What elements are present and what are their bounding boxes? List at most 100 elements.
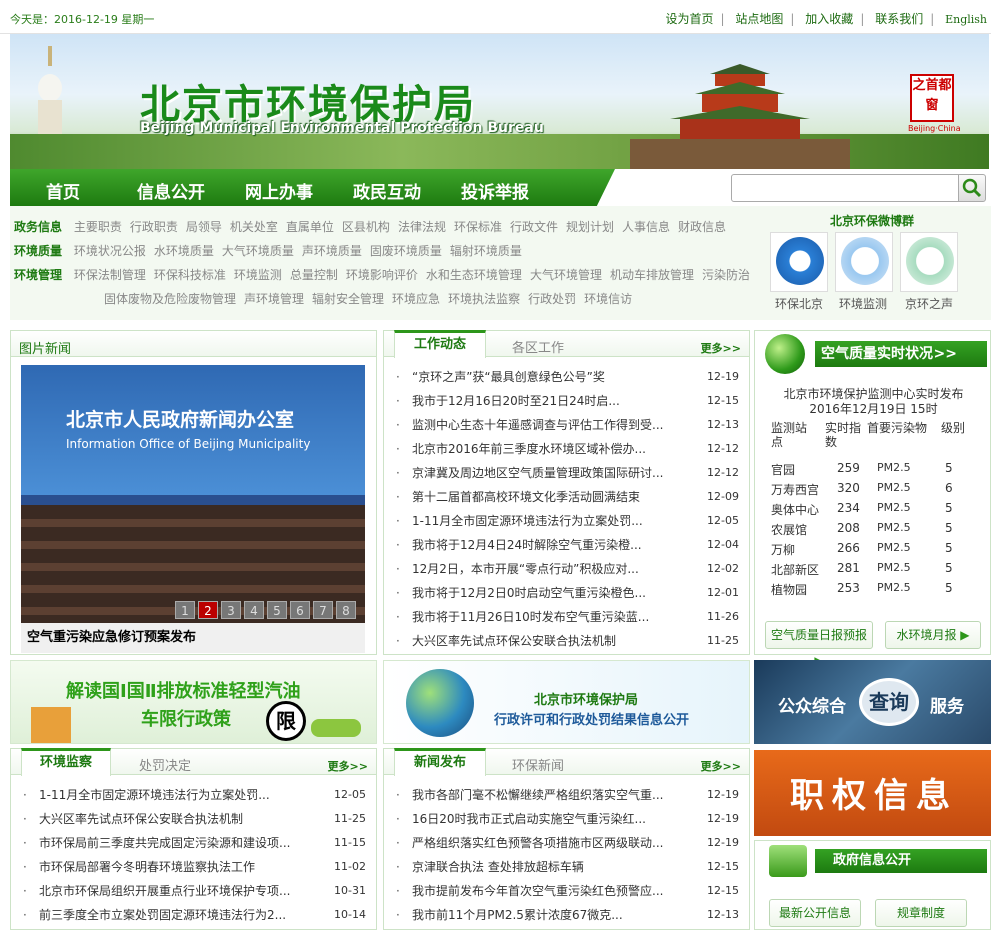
more-link[interactable]: 更多>> — [701, 758, 741, 774]
news-title[interactable]: 我市提前发布今年首次空气重污染红色预警应... — [412, 879, 663, 903]
news-title[interactable]: 1-11月全市固定源环境违法行为立案处罚... — [39, 783, 270, 807]
news-item[interactable]: · 大兴区率先试点环保公安联合执法机制 11-25 — [384, 629, 749, 653]
weibo-label[interactable]: 京环之声 — [905, 295, 953, 312]
nav-home[interactable]: 首页 — [46, 178, 80, 203]
submenu-item[interactable]: 大气环境质量 — [222, 244, 294, 258]
air-quality-more[interactable]: >> — [934, 341, 957, 367]
more-link[interactable]: 更多>> — [701, 340, 741, 356]
news-title[interactable]: 12月2日，本市开展“零点行动”积极应对... — [412, 557, 639, 581]
air-quality-title-bar[interactable]: 空气质量实时状况 >> — [815, 341, 987, 367]
news-title[interactable]: 监测中心生态十年遥感调查与评估工作得到受... — [412, 413, 663, 437]
submenu-item[interactable]: 环保法制管理 — [74, 268, 146, 282]
submenu-item[interactable]: 辐射环境质量 — [450, 244, 522, 258]
submenu-item[interactable]: 污染防治 — [702, 268, 750, 282]
submenu-item[interactable]: 环保标准 — [454, 220, 502, 234]
water-monthly-button[interactable]: 水环境月报 ▶ — [885, 621, 981, 649]
submenu-item[interactable]: 固废环境质量 — [370, 244, 442, 258]
submenu-item[interactable]: 机关处室 — [230, 220, 278, 234]
news-item[interactable]: · 京津联合执法 查处排放超标车辆 12-15 — [384, 855, 749, 879]
weibo-account-hbbj[interactable] — [770, 232, 828, 292]
photo-news-slide[interactable]: 北京市人民政府新闻办公室 Information Office of Beiji… — [21, 365, 365, 623]
submenu-item[interactable]: 水环境质量 — [154, 244, 214, 258]
submenu-item[interactable]: 人事信息 — [622, 220, 670, 234]
news-item[interactable]: · 我市将于12月4日24时解除空气重污染橙... 12-04 — [384, 533, 749, 557]
tab-district-work[interactable]: 各区工作 — [512, 337, 564, 356]
search-button[interactable] — [958, 174, 986, 202]
weibo-label[interactable]: 环境监测 — [839, 295, 887, 312]
news-title[interactable]: 大兴区率先试点环保公安联合执法机制 — [412, 629, 616, 653]
contact-link[interactable]: 联系我们 — [875, 12, 923, 26]
submenu-item[interactable]: 辐射安全管理 — [312, 292, 384, 306]
news-item[interactable]: · 我市各部门毫不松懈继续严格组织落实空气重... 12-19 — [384, 783, 749, 807]
news-title[interactable]: 严格组织落实红色预警各项措施市区两级联动... — [412, 831, 663, 855]
slide-page-6[interactable]: 6 — [290, 601, 310, 619]
news-item[interactable]: · 我市前11个月PM2.5累计浓度67微克... 12-13 — [384, 903, 749, 927]
news-title[interactable]: 我市将于12月2日0时启动空气重污染橙色... — [412, 581, 646, 605]
news-title[interactable]: 北京市2016年前三季度水环境区域补偿办... — [412, 437, 646, 461]
news-item[interactable]: · 大兴区率先试点环保公安联合执法机制 11-25 — [11, 807, 376, 831]
public-query-banner[interactable]: 公众综合 查询 服务 — [754, 660, 991, 744]
news-item[interactable]: · 我市将于11月26日10时发布空气重污染蓝... 11-26 — [384, 605, 749, 629]
news-item[interactable]: · 前三季度全市立案处罚固定源环境违法行为2... 10-14 — [11, 903, 376, 927]
aq-daily-forecast-button[interactable]: 空气质量日报预报 ▶ — [765, 621, 873, 668]
nav-interaction[interactable]: 政民互动 — [353, 178, 421, 203]
news-item[interactable]: · 16日20时我市正式启动实施空气重污染红... 12-19 — [384, 807, 749, 831]
news-item[interactable]: · “京环之声”获“最具创意绿色公号”奖 12-19 — [384, 365, 749, 389]
submenu-item[interactable]: 环境影响评价 — [346, 268, 418, 282]
submenu-item[interactable]: 财政信息 — [678, 220, 726, 234]
news-title[interactable]: 我市前11个月PM2.5累计浓度67微克... — [412, 903, 623, 927]
tab-penalty[interactable]: 处罚决定 — [139, 755, 191, 774]
submenu-item[interactable]: 声环境管理 — [244, 292, 304, 306]
news-item[interactable]: · 我市将于12月2日0时启动空气重污染橙色... 12-01 — [384, 581, 749, 605]
submenu-item[interactable]: 水和生态环境管理 — [426, 268, 522, 282]
nav-online-services[interactable]: 网上办事 — [245, 178, 313, 203]
news-title[interactable]: 市环保局部署今冬明春环境监察执法工作 — [39, 855, 255, 879]
permit-penalty-banner[interactable]: 北京市环境保护局 行政许可和行政处罚结果信息公开 — [383, 660, 750, 744]
submenu-item[interactable]: 机动车排放管理 — [610, 268, 694, 282]
submenu-item[interactable]: 规划计划 — [566, 220, 614, 234]
submenu-item[interactable]: 区县机构 — [342, 220, 390, 234]
submenu-item[interactable]: 主要职责 — [74, 220, 122, 234]
add-favorite-link[interactable]: 加入收藏 — [805, 12, 853, 26]
news-item[interactable]: · 第十二届首都高校环境文化季活动圆满结束 12-09 — [384, 485, 749, 509]
tab-work[interactable]: 工作动态 — [394, 330, 486, 358]
submenu-item[interactable]: 环保科技标准 — [154, 268, 226, 282]
emission-policy-banner[interactable]: 解读国Ⅰ国Ⅱ排放标准轻型汽油 车限行政策 限 — [10, 660, 377, 744]
news-title[interactable]: “京环之声”获“最具创意绿色公号”奖 — [412, 365, 605, 389]
more-link[interactable]: 更多>> — [328, 758, 368, 774]
submenu-item[interactable]: 行政处罚 — [528, 292, 576, 306]
news-title[interactable]: 前三季度全市立案处罚固定源环境违法行为2... — [39, 903, 286, 927]
news-title[interactable]: 我市于12月16日20时至21日24时启... — [412, 389, 620, 413]
slide-caption[interactable]: 空气重污染应急修订预案发布 — [21, 623, 365, 653]
news-item[interactable]: · 北京市环保局组织开展重点行业环境保护专项... 10-31 — [11, 879, 376, 903]
weibo-label[interactable]: 环保北京 — [775, 295, 823, 312]
news-item[interactable]: · 市环保局部署今冬明春环境监察执法工作 11-02 — [11, 855, 376, 879]
news-item[interactable]: · 12月2日，本市开展“零点行动”积极应对... 12-02 — [384, 557, 749, 581]
submenu-item[interactable]: 行政职责 — [130, 220, 178, 234]
gov-info-title[interactable]: 政府信息公开 — [815, 849, 987, 873]
slide-page-7[interactable]: 7 — [313, 601, 333, 619]
submenu-item[interactable]: 直属单位 — [286, 220, 334, 234]
news-title[interactable]: 北京市环保局组织开展重点行业环境保护专项... — [39, 879, 290, 903]
duty-info-banner[interactable]: 职权信息 — [754, 750, 991, 836]
slide-page-8[interactable]: 8 — [336, 601, 356, 619]
news-item[interactable]: · 监测中心生态十年遥感调查与评估工作得到受... 12-13 — [384, 413, 749, 437]
nav-complaints[interactable]: 投诉举报 — [461, 178, 529, 203]
news-item[interactable]: · 我市提前发布今年首次空气重污染红色预警应... 12-15 — [384, 879, 749, 903]
submenu-item[interactable]: 总量控制 — [290, 268, 338, 282]
nav-info-disclosure[interactable]: 信息公开 — [137, 178, 205, 203]
submenu-item[interactable]: 环境应急 — [392, 292, 440, 306]
news-title[interactable]: 16日20时我市正式启动实施空气重污染红... — [412, 807, 646, 831]
news-title[interactable]: 1-11月全市固定源环境违法行为立案处罚... — [412, 509, 643, 533]
news-item[interactable]: · 1-11月全市固定源环境违法行为立案处罚... 12-05 — [384, 509, 749, 533]
submenu-item[interactable]: 法律法规 — [398, 220, 446, 234]
news-title[interactable]: 我市将于11月26日10时发布空气重污染蓝... — [412, 605, 649, 629]
slide-page-2[interactable]: 2 — [198, 601, 218, 619]
submenu-item[interactable]: 声环境质量 — [302, 244, 362, 258]
submenu-item[interactable]: 固体废物及危险废物管理 — [104, 292, 236, 306]
submenu-item[interactable]: 环境监测 — [234, 268, 282, 282]
news-item[interactable]: · 严格组织落实红色预警各项措施市区两级联动... 12-19 — [384, 831, 749, 855]
weibo-account-monitor[interactable] — [835, 232, 893, 292]
submenu-item[interactable]: 环境状况公报 — [74, 244, 146, 258]
latest-disclosure-button[interactable]: 最新公开信息 — [769, 899, 861, 927]
